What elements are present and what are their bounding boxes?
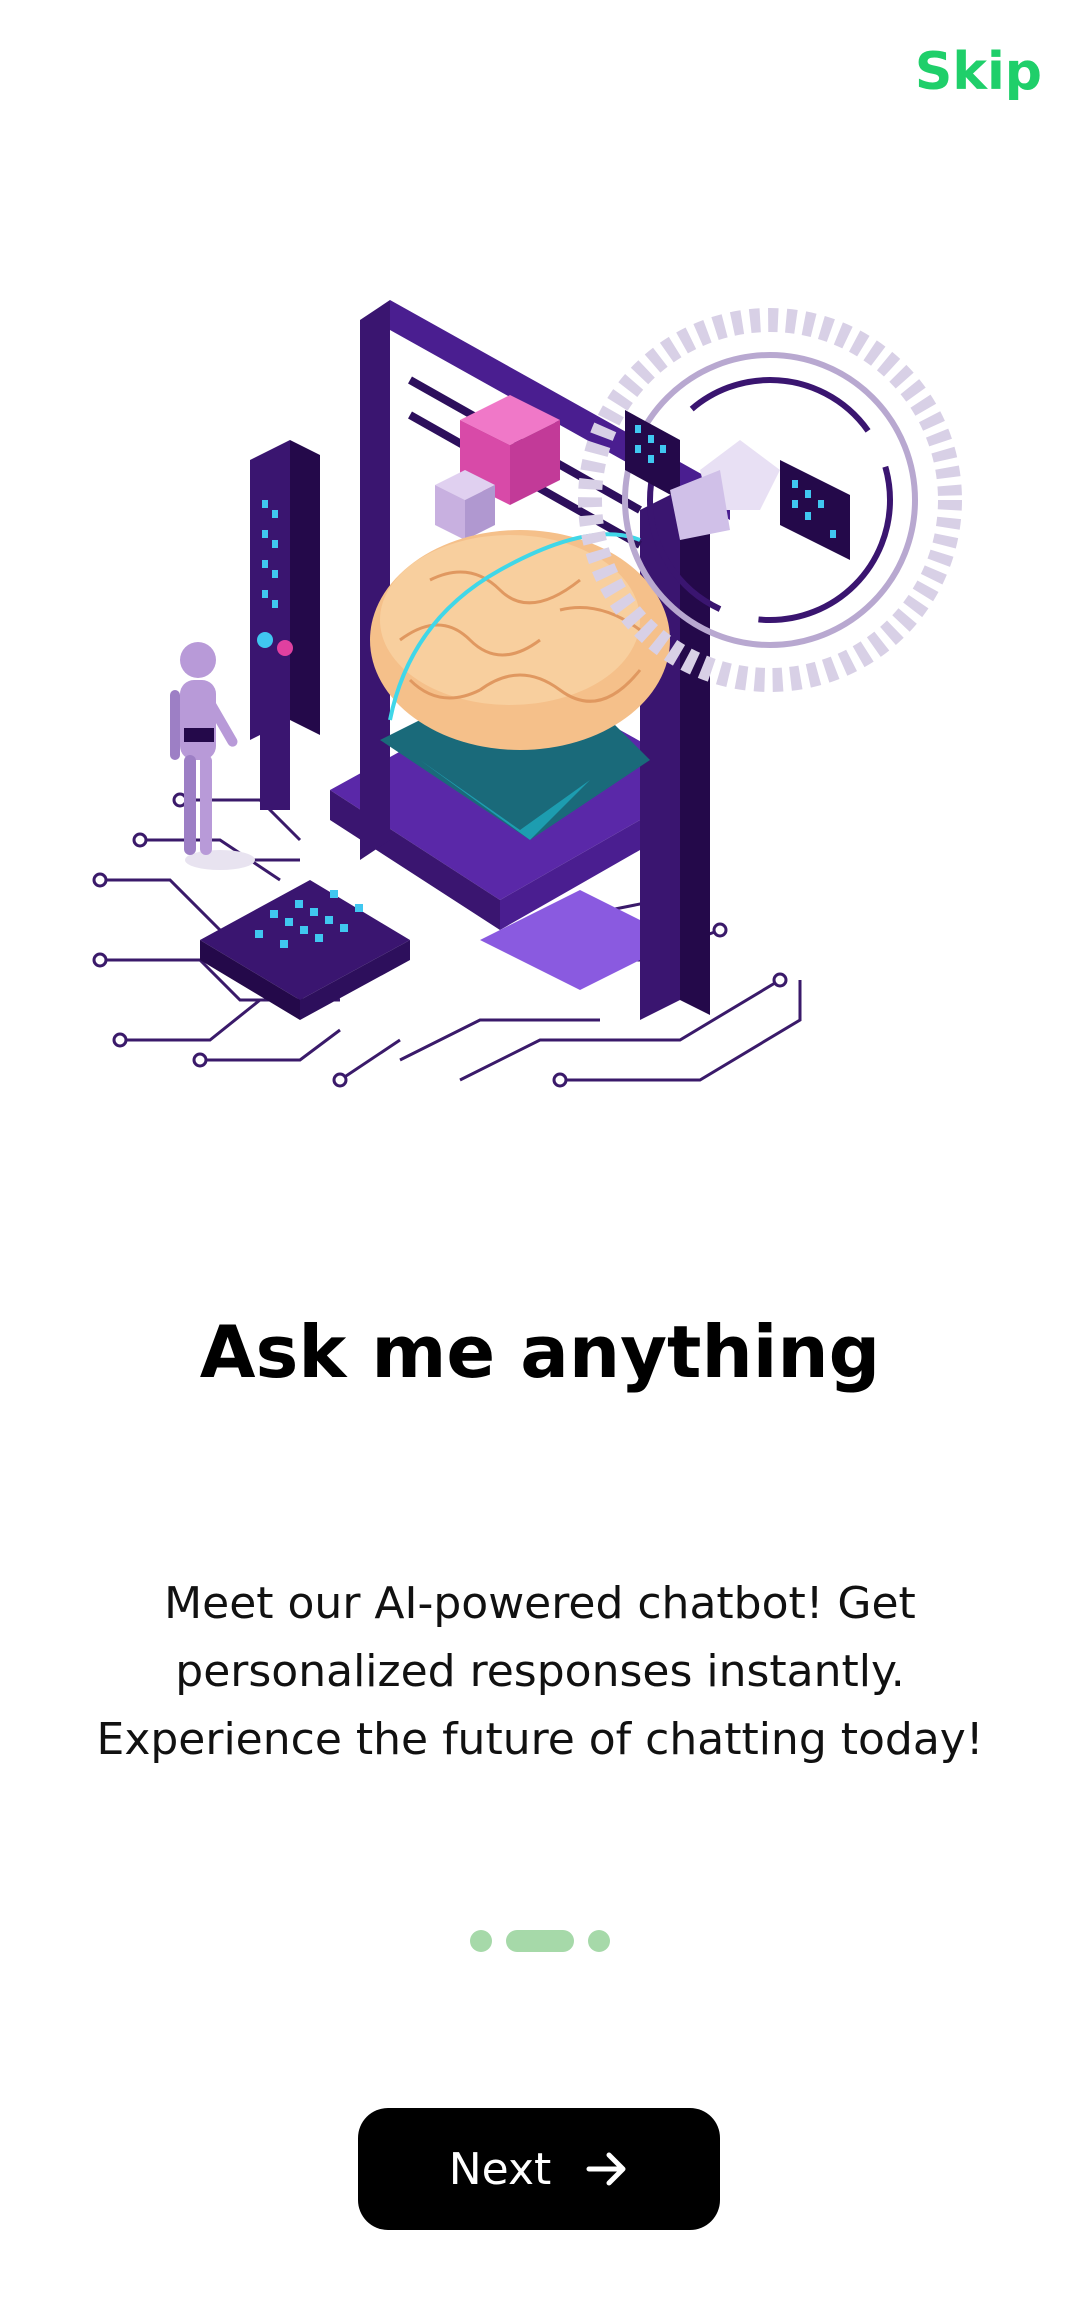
page-indicator-dot-1[interactable] <box>470 1930 492 1952</box>
page-indicator-dot-3[interactable] <box>588 1930 610 1952</box>
skip-button[interactable]: Skip <box>915 42 1042 102</box>
onboarding-description: Meet our AI-powered chatbot! Get persona… <box>96 1578 984 1765</box>
arrow-right-icon <box>585 2149 629 2189</box>
page-indicator <box>0 1930 1080 1952</box>
next-button[interactable]: Next <box>358 2108 720 2230</box>
page-indicator-dot-2-active[interactable] <box>506 1930 574 1952</box>
next-button-label: Next <box>448 2143 552 2195</box>
onboarding-title: Ask me anything <box>199 1310 881 1394</box>
ai-brain-3d-printer-illustration <box>92 300 962 1088</box>
